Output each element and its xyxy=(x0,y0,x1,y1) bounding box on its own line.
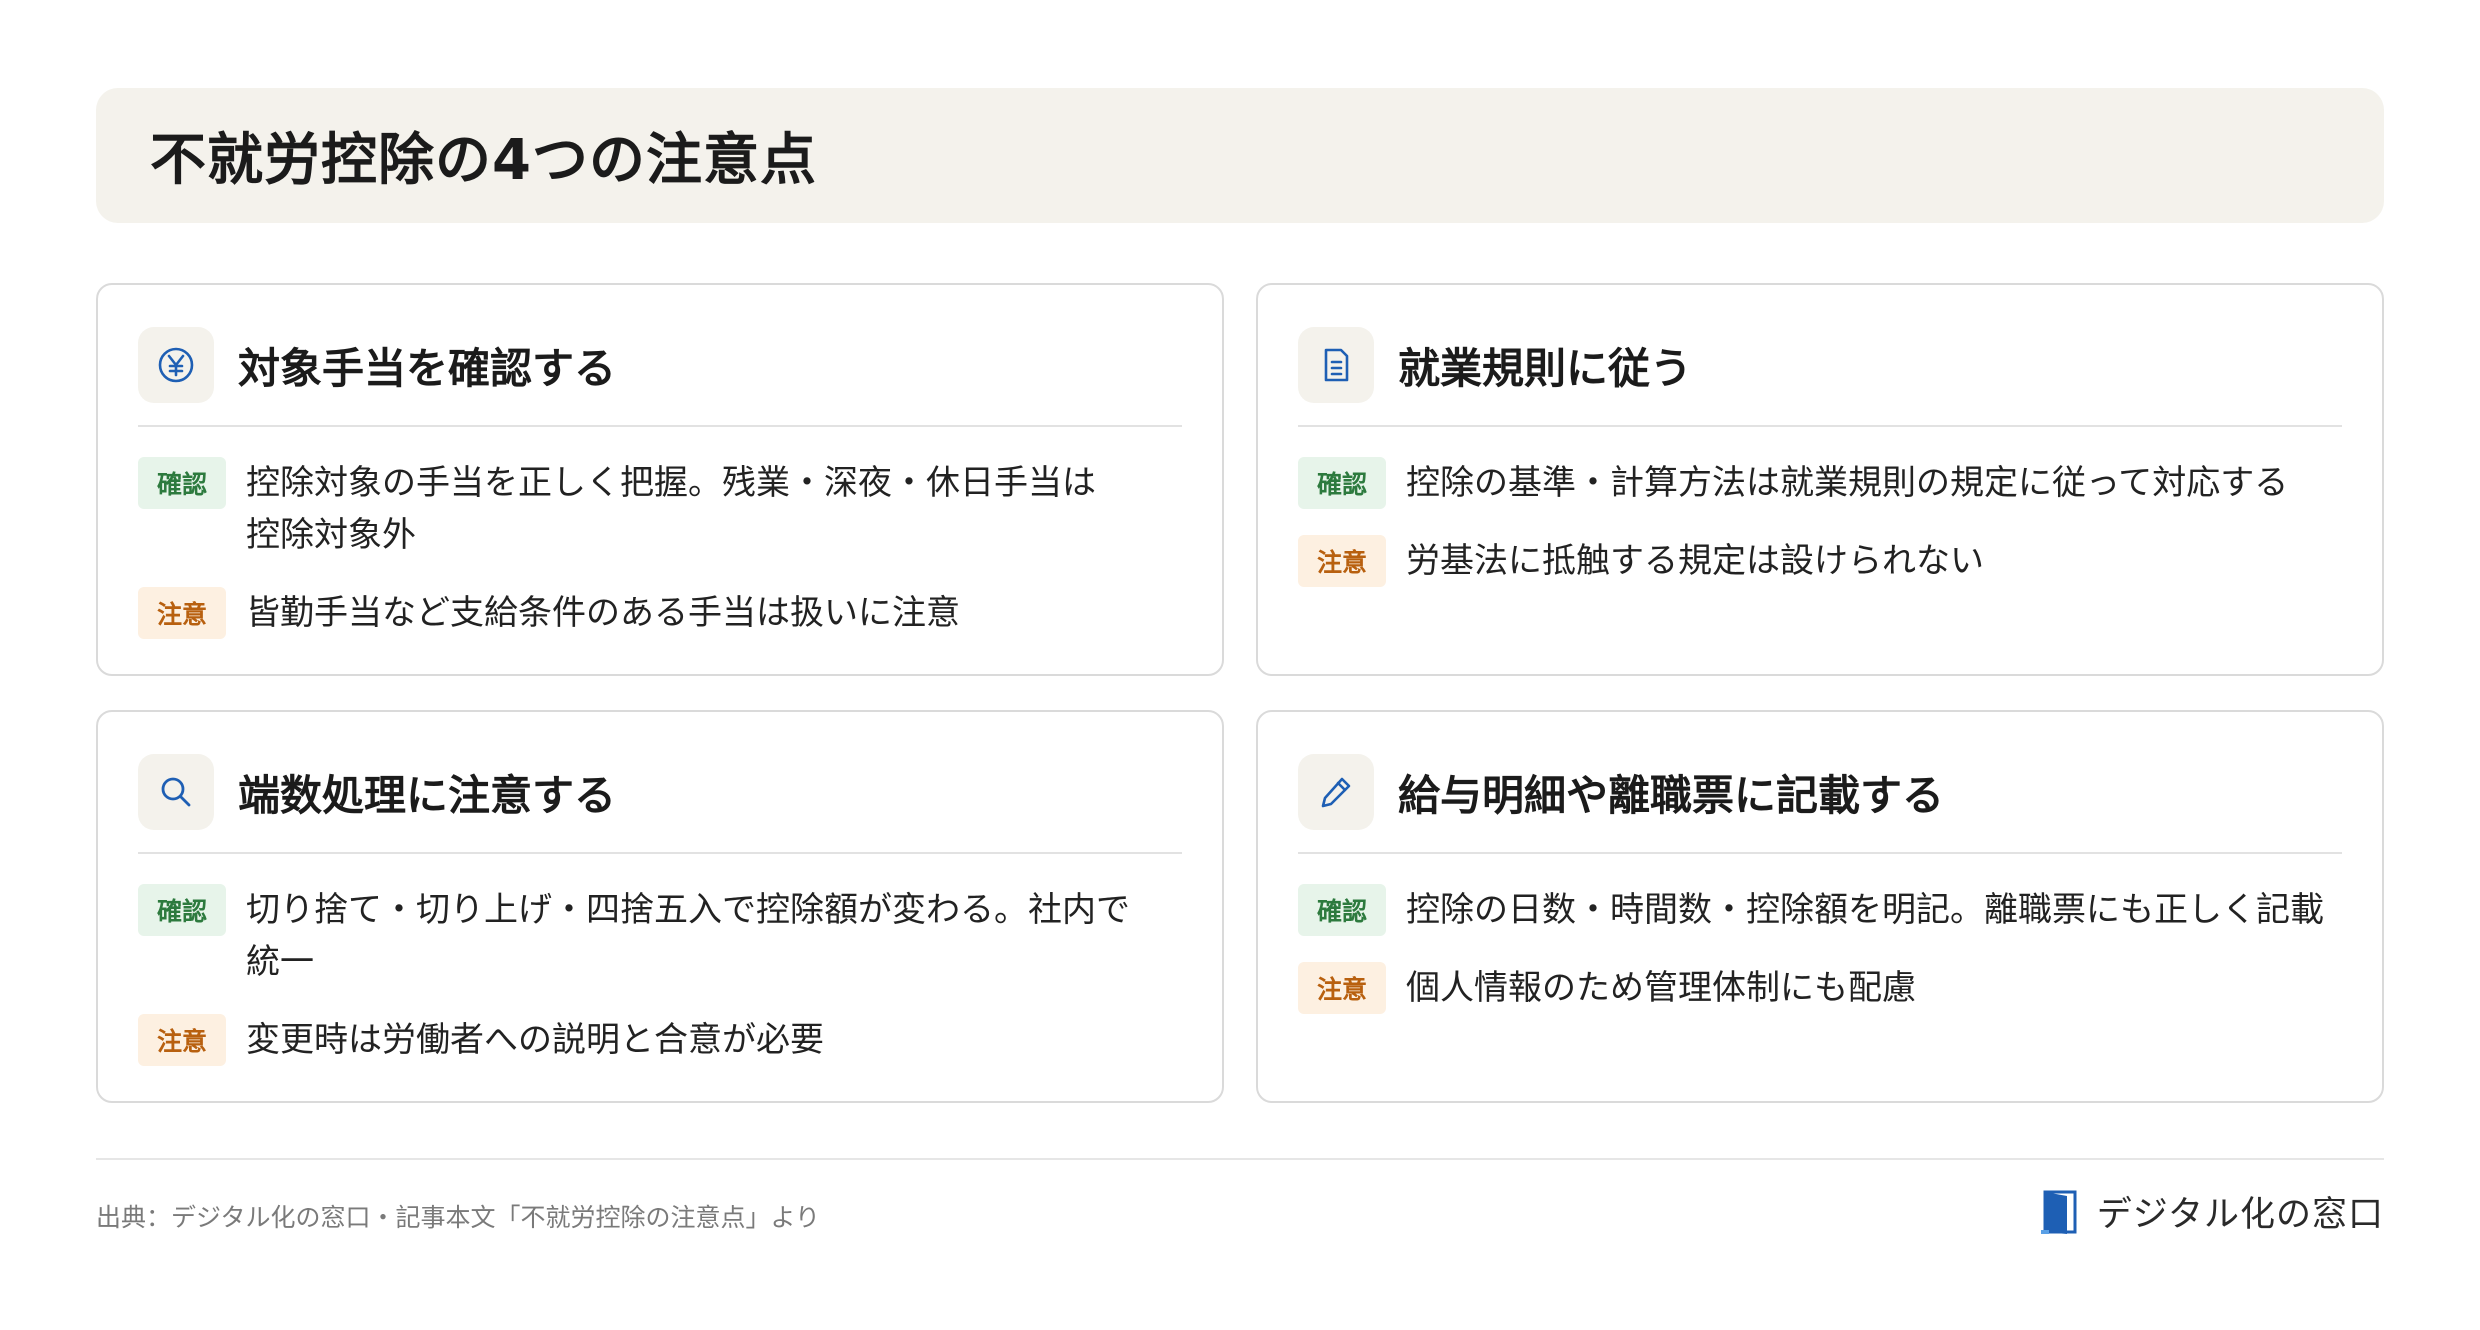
confirm-badge: 確認 xyxy=(138,457,226,509)
title-banner: 不就労控除の4つの注意点 xyxy=(96,88,2384,223)
confirm-row: 確認 控除の基準・計算方法は就業規則の規定に従って対応する xyxy=(1298,457,2342,509)
caution-row: 注意 労基法に抵触する規定は設けられない xyxy=(1298,535,2342,587)
caution-badge: 注意 xyxy=(138,587,226,639)
confirm-badge: 確認 xyxy=(1298,884,1386,936)
divider xyxy=(1298,852,2342,854)
card-title: 端数処理に注意する xyxy=(238,770,617,820)
divider xyxy=(138,852,1182,854)
caution-row: 注意 皆勤手当など支給条件のある手当は扱いに注意 xyxy=(138,587,1182,639)
confirm-row: 確認 控除対象の手当を正しく把握。残業・深夜・休日手当は 控除対象外 xyxy=(138,457,1182,561)
card-target-allowance: 対象手当を確認する 確認 控除対象の手当を正しく把握。残業・深夜・休日手当は 控… xyxy=(96,283,1224,676)
caution-row: 注意 個人情報のため管理体制にも配慮 xyxy=(1298,962,2342,1014)
caution-text: 皆勤手当など支給条件のある手当は扱いに注意 xyxy=(246,593,960,633)
card-payslip: 給与明細や離職票に記載する 確認 控除の日数・時間数・控除額を明記。離職票にも正… xyxy=(1256,710,2384,1103)
card-title: 給与明細や離職票に記載する xyxy=(1398,770,1945,820)
card-work-rules: 就業規則に従う 確認 控除の基準・計算方法は就業規則の規定に従って対応する 注意… xyxy=(1256,283,2384,676)
confirm-badge: 確認 xyxy=(1298,457,1386,509)
confirm-text: 切り捨て・切り上げ・四捨五入で控除額が変わる。社内で 統一 xyxy=(246,890,1130,982)
document-icon xyxy=(1298,327,1374,403)
confirm-text: 控除の日数・時間数・控除額を明記。離職票にも正しく記載 xyxy=(1406,890,2324,930)
card-rounding: 端数処理に注意する 確認 切り捨て・切り上げ・四捨五入で控除額が変わる。社内で … xyxy=(96,710,1224,1103)
confirm-row: 確認 切り捨て・切り上げ・四捨五入で控除額が変わる。社内で 統一 xyxy=(138,884,1182,988)
window-logo-icon xyxy=(2040,1190,2077,1234)
confirm-text: 控除の基準・計算方法は就業規則の規定に従って対応する xyxy=(1406,463,2289,503)
caution-text: 変更時は労働者への説明と合意が必要 xyxy=(246,1020,824,1060)
caution-badge: 注意 xyxy=(138,1014,226,1066)
logo-text: デジタル化の窓口 xyxy=(2096,1195,2384,1235)
confirm-row: 確認 控除の日数・時間数・控除額を明記。離職票にも正しく記載 xyxy=(1298,884,2342,936)
page-title: 不就労控除の4つの注意点 xyxy=(150,128,817,193)
footer-divider xyxy=(96,1158,2384,1160)
caution-text: 個人情報のため管理体制にも配慮 xyxy=(1406,968,1916,1008)
pencil-icon xyxy=(1298,754,1374,830)
caution-text: 労基法に抵触する規定は設けられない xyxy=(1406,541,1984,581)
caution-row: 注意 変更時は労働者への説明と合意が必要 xyxy=(138,1014,1182,1066)
confirm-text: 控除対象の手当を正しく把握。残業・深夜・休日手当は 控除対象外 xyxy=(246,463,1096,555)
confirm-badge: 確認 xyxy=(138,884,226,936)
brand-logo: デジタル化の窓口 xyxy=(2040,1186,2384,1237)
card-title: 就業規則に従う xyxy=(1398,343,1693,393)
divider xyxy=(1298,425,2342,427)
caution-badge: 注意 xyxy=(1298,962,1386,1014)
search-icon xyxy=(138,754,214,830)
source-note: 出典：デジタル化の窓口・記事本文「不就労控除の注意点」より xyxy=(96,1203,821,1232)
divider xyxy=(138,425,1182,427)
yen-circle-icon xyxy=(138,327,214,403)
caution-badge: 注意 xyxy=(1298,535,1386,587)
card-title: 対象手当を確認する xyxy=(238,343,617,393)
